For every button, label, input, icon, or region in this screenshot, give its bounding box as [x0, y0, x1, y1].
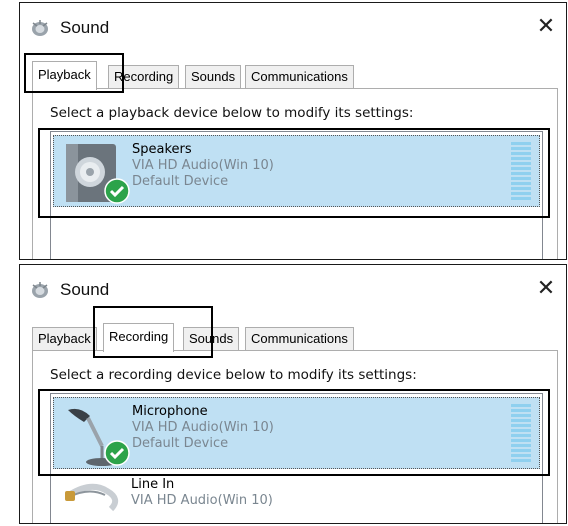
device-info: Microphone VIA HD Audio(Win 10) Default …: [132, 404, 274, 452]
tab-communications[interactable]: Communications: [245, 327, 354, 351]
level-meter: [511, 404, 531, 464]
close-button[interactable]: ✕: [528, 7, 564, 47]
device-row-line-in[interactable]: Line In VIA HD Audio(Win 10): [53, 471, 540, 523]
sound-dialog-playback: Sound ✕ Playback Recording Sounds Commun…: [19, 2, 567, 260]
device-driver: VIA HD Audio(Win 10): [132, 158, 274, 173]
sound-app-icon: [32, 20, 48, 36]
close-button[interactable]: ✕: [528, 269, 564, 309]
device-row-speakers[interactable]: Speakers VIA HD Audio(Win 10) Default De…: [53, 135, 540, 207]
tab-panel: Select a playback device below to modify…: [32, 88, 558, 259]
device-status: Default Device: [132, 436, 229, 451]
device-list[interactable]: Speakers VIA HD Audio(Win 10) Default De…: [50, 131, 543, 259]
default-check-icon: [104, 178, 130, 204]
device-name: Speakers: [132, 142, 192, 157]
tab-recording[interactable]: Recording: [108, 65, 180, 89]
tab-panel: Select a recording device below to modif…: [32, 350, 558, 523]
device-driver: VIA HD Audio(Win 10): [132, 420, 274, 435]
tab-sounds[interactable]: Sounds: [183, 327, 240, 351]
default-check-icon: [104, 440, 130, 466]
line-in-cable-icon: [65, 483, 119, 512]
device-name: Microphone: [132, 404, 208, 419]
device-name: Line In: [131, 477, 175, 492]
tab-communications[interactable]: Communications: [245, 65, 354, 89]
device-status: Default Device: [132, 174, 229, 189]
title-bar: Sound ✕: [20, 265, 566, 313]
instruction-text: Select a playback device below to modify…: [50, 105, 414, 121]
title-bar: Sound ✕: [20, 3, 566, 51]
tab-playback[interactable]: Playback: [32, 327, 97, 351]
device-row-microphone[interactable]: Microphone VIA HD Audio(Win 10) Default …: [53, 397, 540, 469]
device-list[interactable]: Microphone VIA HD Audio(Win 10) Default …: [50, 393, 543, 523]
tab-strip: Playback Recording Sounds Communications: [32, 61, 554, 90]
level-meter: [511, 142, 531, 202]
sound-app-icon: [32, 282, 48, 298]
window-title: Sound: [60, 18, 110, 37]
tab-strip: Playback Recording Sounds Communications: [32, 323, 554, 352]
instruction-text: Select a recording device below to modif…: [50, 367, 417, 383]
sound-dialog-recording: Sound ✕ Playback Recording Sounds Commun…: [19, 264, 567, 524]
tab-sounds[interactable]: Sounds: [185, 65, 242, 89]
device-driver: VIA HD Audio(Win 10): [131, 493, 273, 508]
window-title: Sound: [60, 280, 110, 299]
device-info: Line In VIA HD Audio(Win 10): [131, 477, 273, 509]
device-info: Speakers VIA HD Audio(Win 10) Default De…: [132, 142, 274, 190]
tab-playback[interactable]: Playback: [32, 61, 97, 90]
tab-recording[interactable]: Recording: [103, 323, 175, 352]
